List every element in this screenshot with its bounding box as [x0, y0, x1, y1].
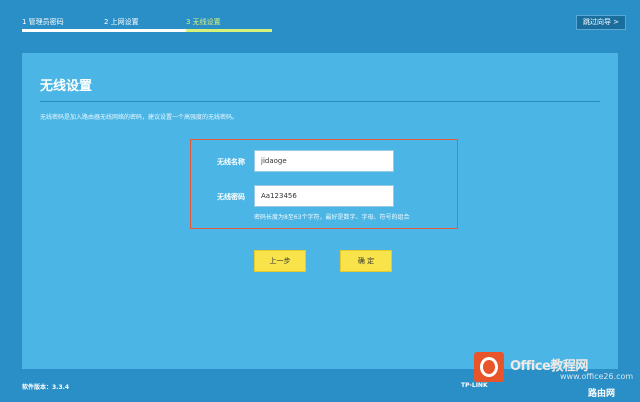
password-input[interactable]: Aa123456 [254, 185, 394, 207]
page-description: 无线密码是加入路由器无线网络的密码，建议设置一个高强度的无线密码。 [40, 114, 239, 121]
confirm-button[interactable]: 确 定 [340, 250, 392, 272]
software-version: 软件版本：3.3.4 [22, 384, 70, 391]
step-progress-bar [186, 29, 272, 32]
page-title: 无线设置 [40, 79, 93, 94]
previous-button[interactable]: 上一步 [254, 250, 306, 272]
title-divider [40, 101, 600, 102]
step-admin-password: 1 管理员密码 [22, 17, 104, 33]
wireless-form: 无线名称 jidaoge 无线密码 Aa123456 密码长度为8至63个字符，… [190, 139, 458, 229]
step-label: 3 无线设置 [186, 18, 221, 26]
watermark-site: 路由网 [588, 389, 616, 399]
ssid-label: 无线名称 [217, 158, 245, 166]
step-progress-bar [22, 29, 104, 32]
step-label: 2 上网设置 [104, 18, 139, 26]
brand-label: TP-LINK [461, 382, 488, 389]
ssid-input[interactable]: jidaoge [254, 150, 394, 172]
step-internet-settings: 2 上网设置 [104, 17, 186, 33]
office-logo-icon [474, 352, 504, 382]
watermark-url: www.office26.com [560, 372, 634, 381]
step-label: 1 管理员密码 [22, 18, 64, 26]
wizard-steps: 1 管理员密码 2 上网设置 3 无线设置 [0, 0, 640, 40]
password-hint: 密码长度为8至63个字符，最好是数字、字母、符号的组合 [254, 214, 410, 221]
skip-wizard-button[interactable]: 跳过向导 > [576, 15, 626, 30]
step-progress-bar [104, 29, 186, 32]
password-label: 无线密码 [217, 193, 245, 201]
wireless-settings-panel: 无线设置 无线密码是加入路由器无线网络的密码，建议设置一个高强度的无线密码。 无… [22, 53, 618, 369]
step-wireless-settings: 3 无线设置 [186, 17, 272, 33]
